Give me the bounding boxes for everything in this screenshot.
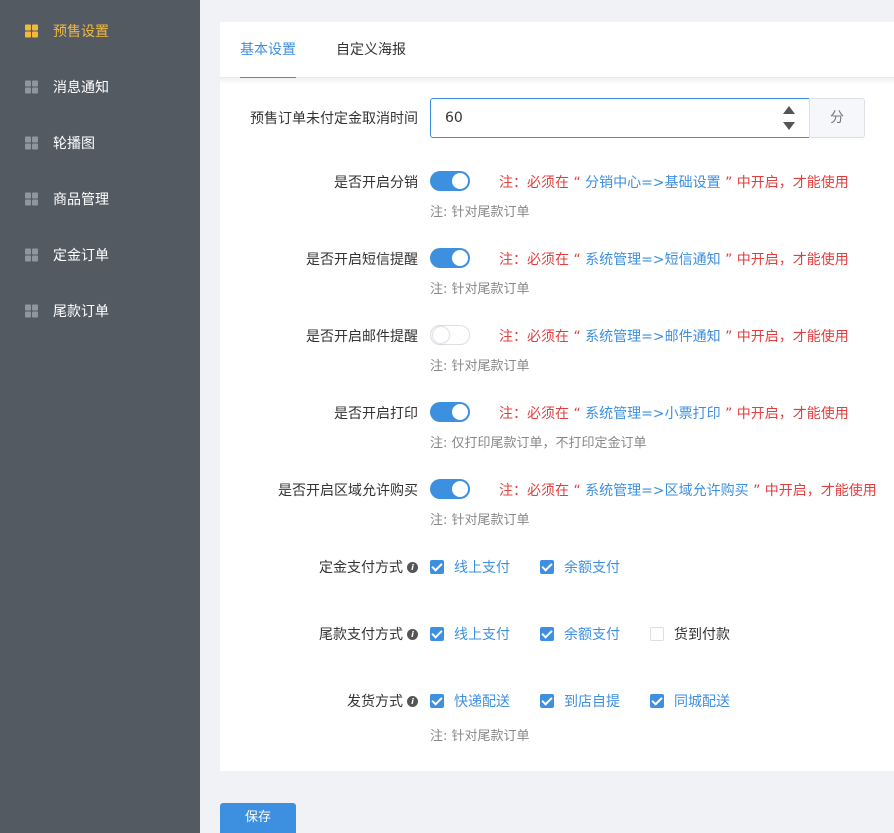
toggle-knob bbox=[452, 481, 468, 497]
grid-icon bbox=[25, 24, 38, 38]
cancel-time-unit: 分 bbox=[809, 98, 865, 138]
tab-custom-poster[interactable]: 自定义海报 bbox=[336, 22, 406, 78]
grid-icon bbox=[25, 248, 38, 262]
sidebar-item-products[interactable]: 商品管理 bbox=[0, 171, 200, 227]
region-note-link[interactable]: 系统管理=>区域允许购买 bbox=[585, 483, 748, 499]
distribution-note: 注：必须在 “ 分销中心=>基础设置 ” 中开启，才能使用 bbox=[499, 175, 849, 191]
distribution-sub-note: 注: 针对尾款订单 bbox=[430, 205, 530, 220]
region-sub-note: 注: 针对尾款订单 bbox=[430, 513, 530, 528]
print-toggle[interactable] bbox=[430, 402, 470, 422]
toggle-knob bbox=[452, 250, 468, 266]
region-note: 注：必须在 “ 系统管理=>区域允许购买 ” 中开启，才能使用 bbox=[499, 483, 877, 499]
print-label: 是否开启打印 bbox=[334, 406, 418, 422]
sidebar-item-deposit-orders[interactable]: 定金订单 bbox=[0, 227, 200, 283]
grid-icon bbox=[25, 136, 38, 150]
sms-toggle[interactable] bbox=[430, 248, 470, 268]
deposit-balance-checkbox[interactable]: 余额支付 bbox=[540, 557, 620, 577]
delivery-label: 发货方式 i bbox=[347, 691, 418, 711]
checkbox-box bbox=[430, 560, 444, 574]
tab-basic-settings[interactable]: 基本设置 bbox=[240, 22, 296, 79]
spinner-down-icon[interactable] bbox=[783, 122, 795, 130]
grid-icon bbox=[25, 304, 38, 318]
sidebar-item-label: 定金订单 bbox=[53, 248, 109, 264]
toggle-knob bbox=[452, 404, 468, 420]
print-note-link[interactable]: 系统管理=>小票打印 bbox=[585, 406, 720, 422]
final-pay-label: 尾款支付方式 i bbox=[319, 624, 418, 644]
checkbox-box bbox=[650, 694, 664, 708]
email-note-link[interactable]: 系统管理=>邮件通知 bbox=[585, 329, 720, 345]
print-note: 注：必须在 “ 系统管理=>小票打印 ” 中开启，才能使用 bbox=[499, 406, 849, 422]
final-cod-checkbox[interactable]: 货到付款 bbox=[650, 624, 730, 644]
delivery-pickup-checkbox[interactable]: 到店自提 bbox=[540, 691, 620, 711]
sidebar-item-final-orders[interactable]: 尾款订单 bbox=[0, 283, 200, 339]
sidebar-item-label: 尾款订单 bbox=[53, 304, 109, 320]
distribution-label: 是否开启分销 bbox=[334, 175, 418, 191]
delivery-express-checkbox[interactable]: 快递配送 bbox=[430, 691, 510, 711]
sms-label: 是否开启短信提醒 bbox=[306, 252, 418, 268]
sidebar-item-label: 轮播图 bbox=[53, 136, 95, 152]
sidebar: 预售设置 消息通知 轮播图 商品管理 定金订单 尾款订单 bbox=[0, 0, 200, 833]
email-sub-note: 注: 针对尾款订单 bbox=[430, 359, 530, 374]
checkbox-box bbox=[430, 694, 444, 708]
distribution-toggle[interactable] bbox=[430, 171, 470, 191]
delivery-local-checkbox[interactable]: 同城配送 bbox=[650, 691, 730, 711]
settings-card: 基本设置 自定义海报 预售订单未付定金取消时间 分 是否开启分销 注：必须在 “… bbox=[220, 22, 894, 771]
checkbox-box bbox=[540, 694, 554, 708]
cancel-time-input[interactable] bbox=[431, 99, 761, 137]
sidebar-item-label: 商品管理 bbox=[53, 192, 109, 208]
email-note: 注：必须在 “ 系统管理=>邮件通知 ” 中开启，才能使用 bbox=[499, 329, 849, 345]
sms-sub-note: 注: 针对尾款订单 bbox=[430, 282, 530, 297]
info-icon[interactable]: i bbox=[407, 695, 418, 707]
toggle-knob bbox=[452, 173, 468, 189]
toggle-knob bbox=[433, 327, 449, 343]
deposit-pay-label: 定金支付方式 i bbox=[319, 557, 418, 577]
delivery-sub-note: 注: 针对尾款订单 bbox=[430, 729, 530, 744]
grid-icon bbox=[25, 192, 38, 206]
info-icon[interactable]: i bbox=[407, 561, 418, 573]
cancel-time-label: 预售订单未付定金取消时间 bbox=[250, 111, 418, 127]
distribution-note-link[interactable]: 分销中心=>基础设置 bbox=[585, 175, 720, 191]
checkbox-box bbox=[430, 627, 444, 641]
print-sub-note: 注: 仅打印尾款订单，不打印定金订单 bbox=[430, 436, 647, 451]
info-icon[interactable]: i bbox=[407, 628, 418, 640]
sidebar-item-label: 消息通知 bbox=[53, 80, 109, 96]
sms-note-link[interactable]: 系统管理=>短信通知 bbox=[585, 252, 720, 268]
checkbox-box bbox=[540, 560, 554, 574]
deposit-online-checkbox[interactable]: 线上支付 bbox=[430, 557, 510, 577]
tab-divider bbox=[220, 78, 894, 84]
sms-note: 注：必须在 “ 系统管理=>短信通知 ” 中开启，才能使用 bbox=[499, 252, 849, 268]
final-online-checkbox[interactable]: 线上支付 bbox=[430, 624, 510, 644]
tab-bar: 基本设置 自定义海报 bbox=[220, 22, 894, 79]
checkbox-box bbox=[650, 627, 664, 641]
sidebar-item-presale-settings[interactable]: 预售设置 bbox=[0, 3, 200, 59]
region-toggle[interactable] bbox=[430, 479, 470, 499]
sidebar-item-carousel[interactable]: 轮播图 bbox=[0, 115, 200, 171]
grid-icon bbox=[25, 80, 38, 94]
sidebar-item-message-notify[interactable]: 消息通知 bbox=[0, 59, 200, 115]
cancel-time-input-wrapper bbox=[430, 98, 810, 138]
region-label: 是否开启区域允许购买 bbox=[278, 483, 418, 499]
checkbox-box bbox=[540, 627, 554, 641]
save-button[interactable]: 保存 bbox=[220, 803, 296, 833]
final-balance-checkbox[interactable]: 余额支付 bbox=[540, 624, 620, 644]
email-label: 是否开启邮件提醒 bbox=[306, 329, 418, 345]
sidebar-item-label: 预售设置 bbox=[53, 24, 109, 40]
number-spinner[interactable] bbox=[783, 104, 795, 132]
email-toggle[interactable] bbox=[430, 325, 470, 345]
spinner-up-icon[interactable] bbox=[783, 106, 795, 114]
